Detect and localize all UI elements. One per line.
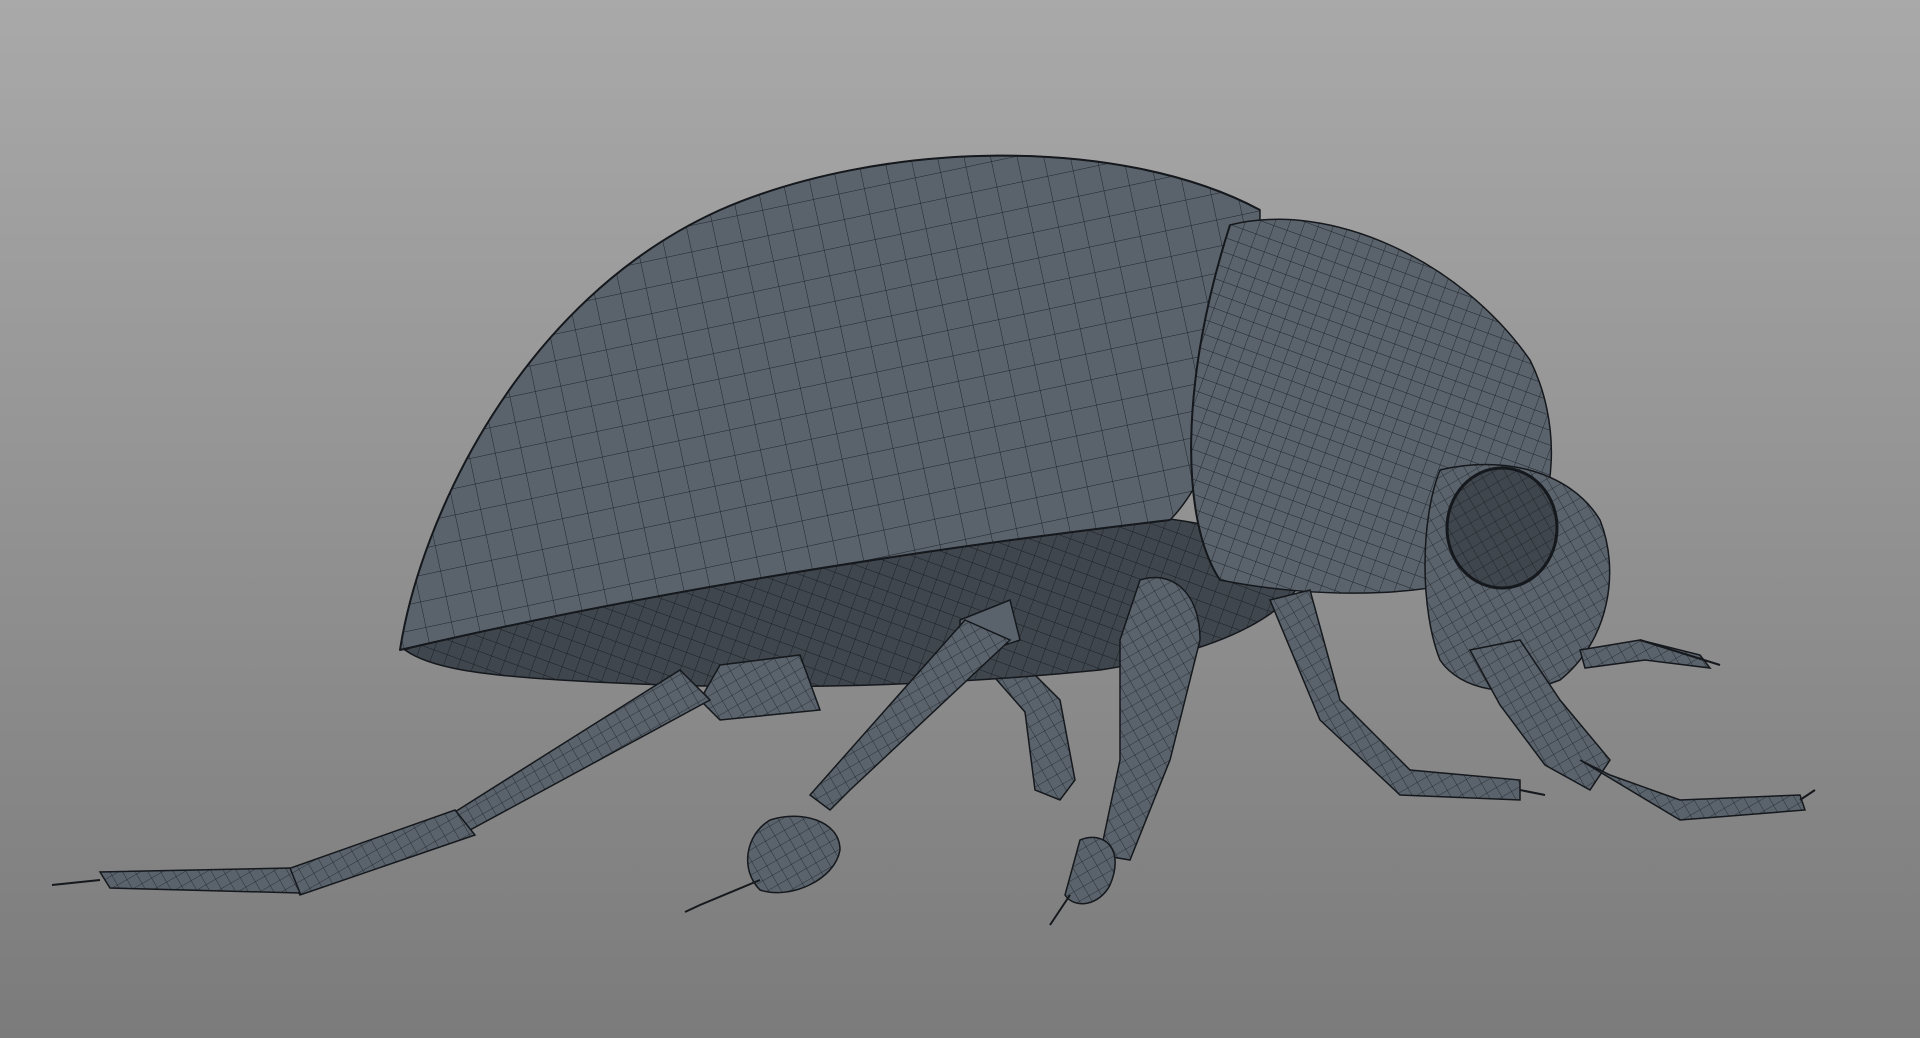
beetle-model[interactable] <box>0 0 1920 1038</box>
leg-hind-left[interactable] <box>51 654 822 896</box>
leg-middle-right[interactable] <box>1579 759 1816 821</box>
antenna-right[interactable] <box>1579 639 1721 669</box>
compound-eye <box>1445 466 1559 590</box>
3d-viewport[interactable] <box>0 0 1920 1038</box>
